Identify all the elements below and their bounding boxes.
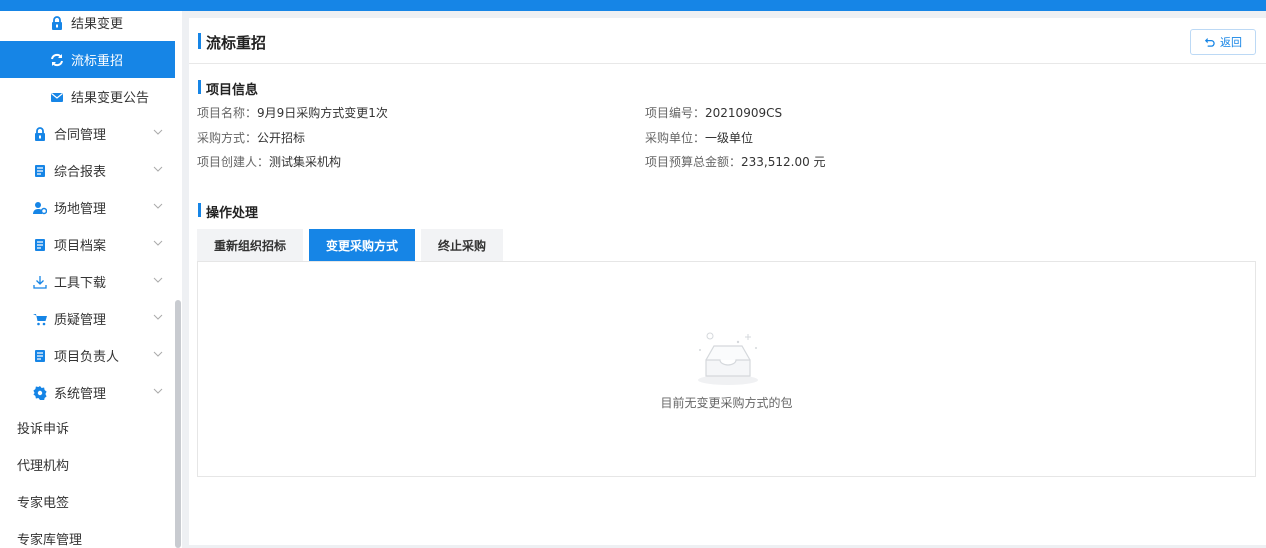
tab-panel: 目前无变更采购方式的包 bbox=[197, 261, 1256, 477]
sidebar-item-label: 结果变更公告 bbox=[71, 91, 150, 106]
section-title-operations: 操作处理 bbox=[206, 206, 259, 221]
sidebar-item-complaints[interactable]: 投诉申诉 bbox=[0, 409, 175, 446]
sidebar-item-label: 专家库管理 bbox=[17, 533, 83, 548]
sidebar-item-label: 综合报表 bbox=[54, 165, 107, 180]
section-accent-bar bbox=[198, 203, 201, 217]
sidebar-item-label: 流标重招 bbox=[71, 54, 124, 69]
sidebar-item-result-change[interactable]: 结果变更 bbox=[0, 11, 175, 41]
sidebar-item-label: 工具下载 bbox=[54, 276, 107, 291]
sidebar-item-label: 场地管理 bbox=[54, 202, 107, 217]
chevron-down-icon bbox=[153, 129, 163, 135]
info-project-budget: 项目预算总金额：233,512.00 元 bbox=[645, 155, 826, 169]
sidebar-item-label: 投诉申诉 bbox=[17, 422, 70, 437]
download-icon bbox=[32, 274, 48, 290]
back-button[interactable]: 返回 bbox=[1190, 29, 1256, 55]
sidebar-item-expert-library[interactable]: 专家库管理 bbox=[0, 520, 175, 548]
sidebar: 结果变更 流标重招 结果变更公告 合同管理 综合报表 场地管理 项目档案 工具下… bbox=[0, 11, 182, 548]
lock-icon bbox=[49, 15, 65, 31]
tab-change-purchase-method[interactable]: 变更采购方式 bbox=[309, 229, 416, 261]
undo-icon bbox=[1204, 37, 1215, 47]
sidebar-item-query[interactable]: 质疑管理 bbox=[0, 300, 175, 337]
sidebar-item-label: 质疑管理 bbox=[54, 313, 107, 328]
document-icon bbox=[32, 163, 48, 179]
page-title: 流标重招 bbox=[206, 34, 267, 52]
info-purchase-unit: 采购单位：一级单位 bbox=[645, 131, 754, 145]
empty-state-text: 目前无变更采购方式的包 bbox=[660, 396, 793, 410]
sidebar-scrollbar[interactable] bbox=[175, 300, 181, 548]
cart-icon bbox=[32, 311, 48, 327]
user-gear-icon bbox=[32, 200, 48, 216]
chevron-down-icon bbox=[153, 351, 163, 357]
chevron-down-icon bbox=[153, 388, 163, 394]
refresh-icon bbox=[49, 52, 65, 68]
section-title-project-info: 项目信息 bbox=[206, 83, 259, 98]
sidebar-item-archives[interactable]: 项目档案 bbox=[0, 226, 175, 263]
title-accent-bar bbox=[198, 33, 201, 49]
sidebar-item-label: 合同管理 bbox=[54, 128, 107, 143]
lock-icon bbox=[32, 126, 48, 142]
tab-terminate-purchase[interactable]: 终止采购 bbox=[421, 229, 504, 261]
sidebar-item-reports[interactable]: 综合报表 bbox=[0, 152, 175, 189]
section-accent-bar bbox=[198, 80, 201, 94]
sidebar-item-label: 项目负责人 bbox=[54, 350, 120, 365]
sidebar-item-tool-download[interactable]: 工具下载 bbox=[0, 263, 175, 300]
top-bar bbox=[0, 0, 1266, 11]
page-header: 流标重招 返回 bbox=[189, 18, 1266, 64]
info-project-code: 项目编号：20210909CS bbox=[645, 106, 783, 120]
sidebar-item-rebid[interactable]: 流标重招 bbox=[0, 41, 175, 78]
tab-reorganize-bidding[interactable]: 重新组织招标 bbox=[197, 229, 304, 261]
chevron-down-icon bbox=[153, 277, 163, 283]
back-button-label: 返回 bbox=[1220, 36, 1242, 49]
sidebar-item-system[interactable]: 系统管理 bbox=[0, 374, 175, 411]
operation-tabs: 重新组织招标 变更采购方式 终止采购 bbox=[197, 229, 509, 262]
chevron-down-icon bbox=[153, 166, 163, 172]
info-purchase-method: 采购方式：公开招标 bbox=[197, 131, 306, 145]
info-project-name: 项目名称：9月9日采购方式变更1次 bbox=[197, 106, 388, 120]
sidebar-item-expert-signature[interactable]: 专家电签 bbox=[0, 483, 175, 520]
sidebar-item-label: 结果变更 bbox=[71, 17, 124, 32]
sidebar-item-label: 专家电签 bbox=[17, 496, 70, 511]
document-icon bbox=[32, 348, 48, 364]
gear-icon bbox=[32, 385, 48, 401]
main-content: 流标重招 返回 项目信息 项目名称：9月9日采购方式变更1次 项目编号：2021… bbox=[189, 18, 1266, 545]
mail-icon bbox=[49, 89, 65, 105]
chevron-down-icon bbox=[153, 203, 163, 209]
sidebar-item-agency[interactable]: 代理机构 bbox=[0, 446, 175, 483]
empty-box-icon bbox=[698, 332, 758, 385]
sidebar-item-project-leader[interactable]: 项目负责人 bbox=[0, 337, 175, 374]
sidebar-item-label: 项目档案 bbox=[54, 239, 107, 254]
sidebar-item-venue[interactable]: 场地管理 bbox=[0, 189, 175, 226]
chevron-down-icon bbox=[153, 240, 163, 246]
sidebar-item-result-change-notice[interactable]: 结果变更公告 bbox=[0, 78, 175, 115]
sidebar-item-contract[interactable]: 合同管理 bbox=[0, 115, 175, 152]
sidebar-item-label: 系统管理 bbox=[54, 387, 107, 402]
document-icon bbox=[32, 237, 48, 253]
chevron-down-icon bbox=[153, 314, 163, 320]
info-project-creator: 项目创建人：测试集采机构 bbox=[197, 155, 342, 169]
sidebar-item-label: 代理机构 bbox=[17, 459, 70, 474]
